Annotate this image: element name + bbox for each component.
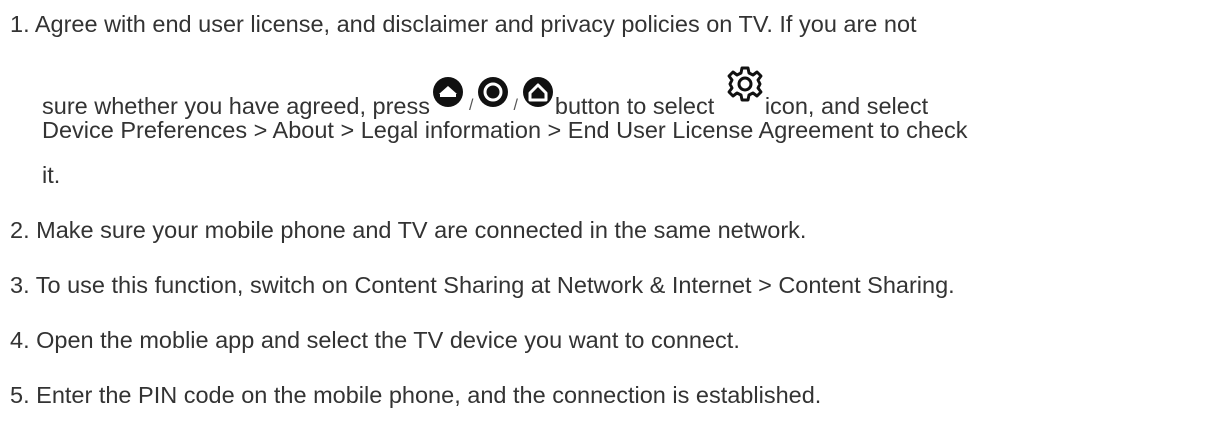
step-4-text: Open the moblie app and select the TV de… xyxy=(36,327,740,353)
step-2-number: 2. xyxy=(10,217,30,243)
home-button-icon-variant-b xyxy=(476,76,510,108)
step-4: 4. Open the moblie app and select the TV… xyxy=(10,326,740,354)
step-4-number: 4. xyxy=(10,327,30,353)
step-3-text: To use this function, switch on Content … xyxy=(35,272,955,298)
step-2-text: Make sure your mobile phone and TV are c… xyxy=(36,217,807,243)
step-1-line-2: sure whether you have agreed, press / / … xyxy=(42,64,928,120)
step-5-number: 5. xyxy=(10,382,30,408)
step-3-number: 3. xyxy=(10,272,30,298)
step-2: 2. Make sure your mobile phone and TV ar… xyxy=(10,216,806,244)
step-1-number: 1. xyxy=(10,11,30,37)
home-button-icon-variant-a xyxy=(430,76,466,108)
step-3: 3. To use this function, switch on Conte… xyxy=(10,271,955,299)
step-5: 5. Enter the PIN code on the mobile phon… xyxy=(10,381,821,409)
home-button-icon-variant-c xyxy=(521,76,555,108)
step-5-text: Enter the PIN code on the mobile phone, … xyxy=(36,382,822,408)
gear-icon xyxy=(725,64,765,104)
step-1-line-3: Device Preferences > About > Legal infor… xyxy=(42,116,968,144)
step-1-line-1: 1. Agree with end user license, and disc… xyxy=(10,10,917,38)
step-1-text-line-1: Agree with end user license, and disclai… xyxy=(34,11,917,37)
step-1-text-line-3: Device Preferences > About > Legal infor… xyxy=(42,117,968,143)
step-1-line-4: it. xyxy=(42,161,60,189)
step-1-text-line-4: it. xyxy=(42,162,61,188)
